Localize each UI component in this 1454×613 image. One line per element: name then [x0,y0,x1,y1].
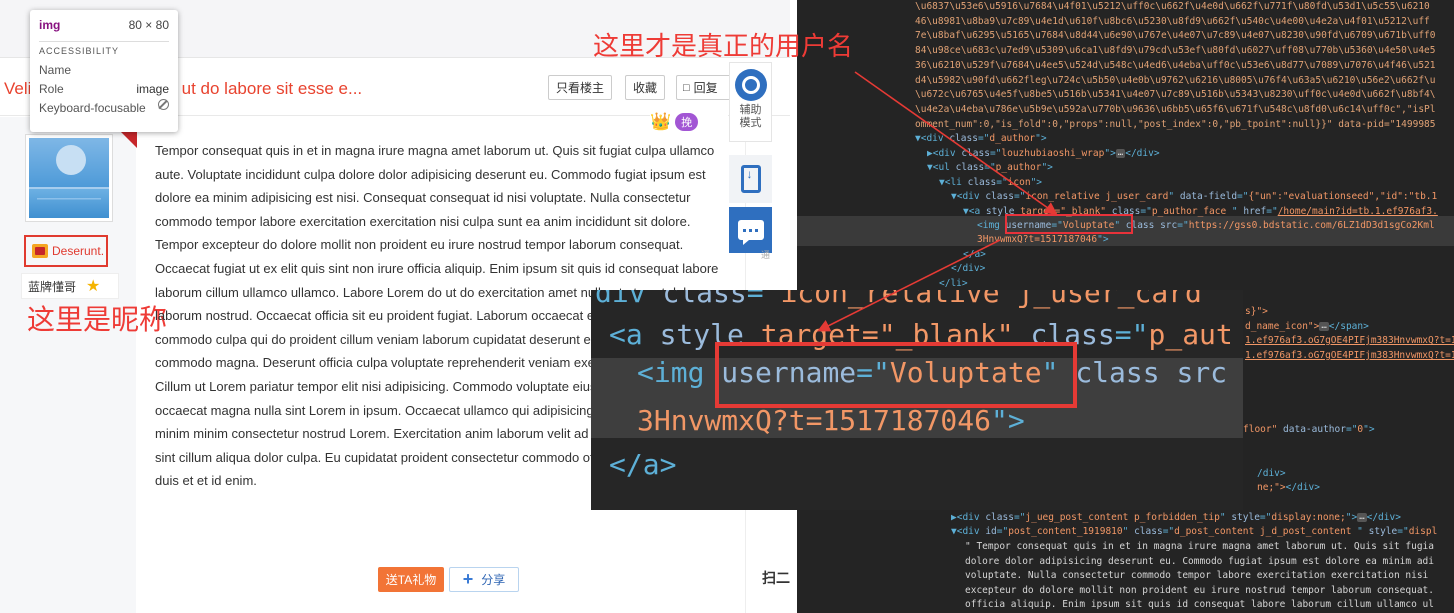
node-img-src-tail: 3HnvwmxQ?t=1517187046"> [977,234,1109,245]
reply-icon: □ [683,81,690,94]
crown-icon: 👑 [650,112,672,131]
encoded-line: omment_num":0,"is_fold":0,"props":null,"… [915,118,1436,130]
author-nickname[interactable]: Deserunt. [52,244,104,258]
tooltip-name-label: Name [39,63,72,77]
frag-right-4: 1.ef976af3.oG7gOE4PIFjm383HnvwmxQ?t=1 [1245,350,1454,361]
zoom-line-1: div class="icon_relative j_user_card [595,290,1202,309]
assist-mode-button[interactable]: 辅助模式 [729,62,772,142]
chat-button[interactable] [729,207,772,253]
frag-right-2: d_name_icon">… </span> [1245,321,1369,332]
gold-member-tag[interactable]: 👑 挽 [650,110,728,134]
favorite-label: 收藏 [632,81,657,95]
node-li-icon[interactable]: ▼<li class="icon"> [939,176,1042,191]
zoom-line-5: </a> [609,448,677,481]
username-highlight-box [1005,214,1133,234]
favorite-button[interactable]: 收藏 [625,75,665,100]
encoded-line: \u4e2a\u4eba\u786e\u5b9e\u592a\u770b\u96… [915,103,1436,115]
zoom-username-highlight [715,342,1077,408]
tooltip-tag: img [39,18,61,32]
assist-mode-icon [734,69,767,101]
node-div-close: </div> [951,263,986,274]
encoded-line: 36\u6210\u529f\u7684\u4ee5\u524d\u548c\u… [915,59,1436,71]
nickname-annotation: 这里是昵称 [27,303,168,336]
author-avatar[interactable] [25,134,113,222]
badge-level-icon: ★ [86,278,101,295]
tooltip-section: ACCESSIBILITY [39,46,120,56]
encoded-line: \u6837\u53e6\u5916\u7684\u4f01\u5212\uff… [915,1,1430,12]
code-text-line: excepteur do dolore mollit non proident … [965,584,1434,596]
chat-bubble-icon [737,220,764,245]
nickname-highlight-box: Deserunt. [24,235,108,267]
gold-tag-pill: 挽 [675,113,699,131]
node-louzhu-wrap[interactable]: ▶<div class="louzhubiaoshi_wrap">… </div> [927,147,1160,162]
author-badge[interactable]: 蓝牌懂哥 ★ [21,273,119,299]
tooltip-size: 80 × 80 [128,18,169,32]
encoded-line: 7e\u8baf\u6295\u5165\u7684\u8d44\u6e90\u… [915,30,1436,42]
member-icon [32,244,48,258]
node-user-card[interactable]: ▼<div class="icon_relative j_user_card" … [951,190,1437,205]
avatar-image [29,138,109,218]
tooltip-role-value: image [136,82,169,96]
only-op-label: 只看楼主 [555,81,604,95]
reply-button[interactable]: □ 回复 [676,75,736,100]
zoomed-devtools-snippet: div class="icon_relative j_user_card <a … [591,290,1243,510]
code-text-line: voluptate. Nulla consectetur commodo tem… [965,570,1429,582]
tooltip-role-label: Role [39,82,64,96]
inspect-tooltip: img 80 × 80 ACCESSIBILITY Name Role image… [30,10,178,132]
node-a-close: </a> [963,249,986,260]
only-op-button[interactable]: 只看楼主 [548,75,612,100]
encoded-line: d4\u5982\u90fd\u662fleg\u724c\u5b50\u4e0… [915,74,1436,86]
code-text-line: " Tempor consequat quis in et in magna i… [965,541,1434,552]
node-d-author[interactable]: ▼<div class="d_author"> [915,132,1047,147]
username-annotation: 这里才是真正的用户名 [593,32,854,62]
share-label: 分享 [481,573,506,587]
side-faint-label: 通 [761,250,771,260]
plus-icon: + [462,569,474,589]
encoded-line: \u672c\u6765\u4e5f\u8be5\u516b\u5341\u4e… [915,89,1436,101]
assist-mode-label: 辅助模式 [739,104,762,129]
code-text-line: dolore dolor adipisicing deserunt eu. Co… [965,555,1434,567]
code-text-line: officia aliquip. Enim ipsum sit quis id … [965,599,1434,611]
encoded-line: 46\u8981\u8ba9\u7c89\u4e1d\u610f\u8bc6\u… [915,15,1430,27]
frag-right-1: s}"> [1245,306,1268,317]
send-gift-button[interactable]: 送TA礼物 [378,567,444,592]
phone-download-icon [740,165,761,193]
tooltip-keyboard-label: Keyboard-focusable [39,101,146,115]
scan-qr-label: 扫二 [762,570,790,586]
share-button[interactable]: + 分享 [449,567,519,592]
node-forbidden-tip[interactable]: ▶<div class="j_ueg_post_content p_forbid… [951,511,1401,526]
encoded-attribute-text: \u6837\u53e6\u5916\u7684\u4f01\u5212\uff… [915,0,1454,132]
encoded-line: 84\u98ce\u683c\u7ed9\u5309\u6ca1\u8fd9\u… [915,45,1436,57]
frag-right-3: 1.ef976af3.oG7gOE4PIFjm383HnvwmxQ?t=1 [1245,335,1454,346]
frag-div-close: /div> [1257,468,1286,479]
node-ul-author[interactable]: ▼<ul class="p_author"> [927,161,1053,176]
reply-label: 回复 [693,81,718,95]
not-focusable-icon [158,99,169,110]
node-post-content[interactable]: ▼<div id="post_content_1919810" class="d… [951,525,1437,540]
frag-ne: ne;"></div> [1257,482,1320,493]
frag-floor: floor" data-author="0"> [1243,424,1375,435]
zoom-line-4: 3HnvwmxQ?t=1517187046"> [637,404,1025,437]
download-app-button[interactable] [729,155,772,203]
badge-name: 蓝牌懂哥 [28,279,77,294]
